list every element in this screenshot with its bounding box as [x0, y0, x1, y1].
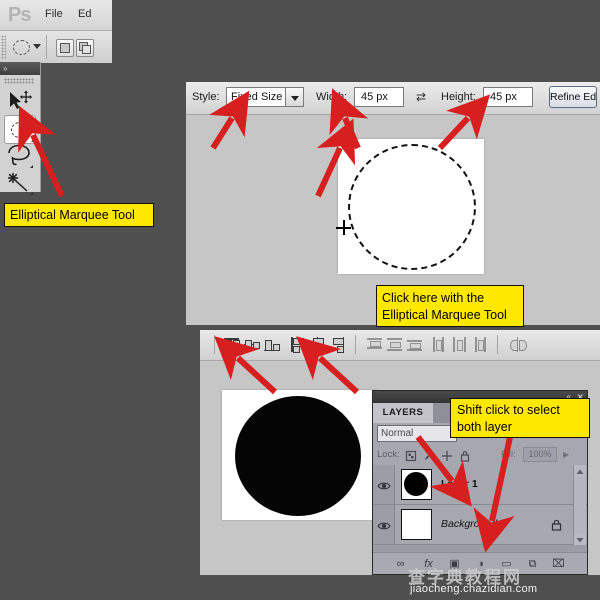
- watermark: 查字典教程网 jiaocheng.chazidian.com: [408, 563, 593, 596]
- arrow-to-style: [213, 118, 232, 148]
- arrow-to-align-vertical: [238, 358, 275, 392]
- arrow-to-width: [345, 118, 358, 148]
- annotation-arrows: [0, 0, 600, 600]
- arrow-to-height: [440, 118, 468, 148]
- arrow-to-align-horizontal: [320, 358, 357, 392]
- watermark-en: jiaocheng.chazidian.com: [410, 583, 537, 595]
- arrow-to-canvas-click: [318, 148, 340, 196]
- callout-shift-click: Shift click to select both layer: [450, 398, 590, 438]
- arrow-to-marquee-tool: [33, 135, 62, 196]
- callout-shift-line2: both layer: [457, 419, 583, 436]
- callout-shift-line1: Shift click to select: [457, 402, 583, 419]
